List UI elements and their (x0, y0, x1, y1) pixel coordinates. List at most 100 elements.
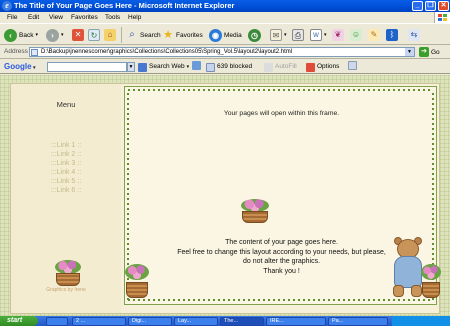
flower-basket-left (53, 260, 83, 286)
media-icon: ◉ (209, 28, 222, 42)
google-logo[interactable]: Google ▾ (4, 61, 35, 74)
page-info-icon (192, 61, 201, 70)
popup-blocked-count: 639 blocked (217, 63, 253, 70)
forward-arrow-icon: › (46, 28, 59, 42)
discuss-button[interactable]: ❦ (332, 28, 344, 42)
web-page-viewport[interactable]: Menu :::Link 1 :: :::Link 2 :: :::Link 3… (0, 75, 450, 316)
research-button[interactable]: ✎ (368, 28, 380, 42)
favorites-button[interactable]: ★ Favorites (162, 28, 203, 42)
tools-extra-button[interactable]: ⇆ (408, 28, 420, 42)
start-button[interactable]: start (0, 316, 38, 326)
refresh-icon: ↻ (88, 29, 100, 41)
flower-basket-center (239, 199, 271, 223)
internet-explorer-icon: e (2, 1, 12, 11)
google-search-dropdown-icon[interactable]: ▼ (127, 62, 135, 72)
taskbar-item-1[interactable]: 2 ... (72, 317, 126, 326)
home-button[interactable]: ⌂ (104, 28, 116, 42)
nav-link-4[interactable]: :::Link 4 :: (11, 168, 121, 177)
stop-icon: ✕ (72, 29, 84, 41)
minimize-button[interactable]: _ (412, 1, 423, 11)
mail-button[interactable]: ✉ ▾ (270, 28, 287, 42)
taskbar-item-5[interactable]: IRE... (266, 317, 326, 326)
stop-button[interactable]: ✕ (72, 28, 84, 42)
go-button[interactable]: ➔ Go (419, 47, 440, 57)
google-search-input[interactable] (47, 62, 127, 72)
media-label: Media (224, 31, 242, 39)
history-icon: ◷ (248, 28, 261, 42)
mail-dropdown-icon[interactable]: ▾ (284, 32, 287, 38)
flower-basket-frame-left (123, 264, 151, 298)
address-input[interactable]: D:\Backup\jnennescorner\graphics\Collect… (29, 47, 415, 57)
options-label: Options (317, 63, 340, 70)
nav-link-2[interactable]: :::Link 2 :: (11, 150, 121, 159)
basket-image (126, 282, 148, 298)
messenger-button[interactable]: ☺ (350, 28, 362, 42)
flowers-image (421, 264, 441, 280)
google-toolbar: Google ▾ ▼ Search Web ▾ 639 blocked Auto… (0, 60, 450, 74)
menu-view[interactable]: View (49, 12, 63, 23)
options-button[interactable]: Options (306, 61, 339, 73)
address-label: Address (4, 48, 28, 55)
window-title: The Title of Your Page Goes Here - Micro… (14, 1, 235, 10)
edit-button[interactable]: W ▾ (310, 28, 327, 42)
menu-help[interactable]: Help (128, 12, 141, 23)
address-dropdown-icon[interactable]: ▼ (405, 48, 414, 56)
graphics-credit: Graphics by Irene (46, 287, 86, 293)
nav-link-5[interactable]: :::Link 5 :: (11, 177, 121, 186)
popup-blocker-button[interactable]: 639 blocked (206, 61, 252, 73)
close-button[interactable]: ✕ (438, 1, 449, 11)
media-button[interactable]: ◉ Media (209, 28, 242, 42)
taskbar-item-6[interactable]: Pa... (328, 317, 388, 326)
menu-tools[interactable]: Tools (105, 12, 120, 23)
system-tray[interactable] (392, 316, 450, 326)
menu-edit[interactable]: Edit (28, 12, 39, 23)
autofill-button[interactable]: AutoFill (264, 61, 297, 73)
forward-button[interactable]: › ▾ (46, 28, 64, 42)
basket-image (422, 282, 440, 298)
taskbar-quicklaunch[interactable] (46, 317, 68, 326)
taskbar-item-3[interactable]: Lay... (174, 317, 218, 326)
basket-image (56, 273, 80, 286)
nav-links: :::Link 1 :: :::Link 2 :: :::Link 3 :: :… (11, 141, 121, 195)
address-bar: Address D:\Backup\jnennescorner\graphics… (0, 45, 450, 59)
window-titlebar[interactable]: e The Title of Your Page Goes Here - Mic… (0, 0, 450, 12)
search-web-button[interactable]: Search Web ▾ (138, 61, 189, 73)
refresh-button[interactable]: ↻ (88, 28, 100, 42)
menu-file[interactable]: File (7, 12, 17, 23)
nav-link-3[interactable]: :::Link 3 :: (11, 159, 121, 168)
print-button[interactable]: ⎙ (292, 28, 304, 42)
toolbar-separator (121, 27, 122, 43)
autofill-label: AutoFill (275, 63, 297, 70)
taskbar-item-4[interactable]: The... (220, 317, 264, 326)
forward-dropdown-icon[interactable]: ▾ (61, 32, 64, 38)
maximize-button[interactable]: ❐ (425, 1, 436, 11)
nav-link-6[interactable]: :::Link 6 :: (11, 186, 121, 195)
back-dropdown-icon[interactable]: ▾ (35, 32, 38, 38)
home-icon: ⌂ (104, 29, 116, 41)
search-icon: ⌕ (129, 29, 135, 40)
print-icon: ⎙ (292, 29, 304, 41)
google-menu-dropdown-icon[interactable]: ▾ (32, 65, 36, 71)
search-button[interactable]: ⌕ Search (126, 28, 161, 42)
taskbar-item-2[interactable]: Digi... (128, 317, 172, 326)
page-rank-button[interactable] (192, 61, 201, 70)
flowers-image (55, 260, 81, 274)
transfer-icon: ⇆ (408, 29, 420, 41)
discuss-icon: ❦ (332, 29, 344, 41)
search-label: Search (140, 31, 161, 39)
layout-container: Menu :::Link 1 :: :::Link 2 :: :::Link 3… (10, 83, 441, 314)
history-button[interactable]: ◷ (248, 28, 261, 42)
edit-dropdown-icon[interactable]: ▾ (324, 32, 327, 38)
search-web-label: Search Web (149, 63, 185, 70)
back-button[interactable]: ‹ Back ▾ (4, 28, 38, 42)
back-arrow-icon: ‹ (4, 28, 17, 42)
page-icon (31, 49, 38, 56)
menu-favorites[interactable]: Favorites (71, 12, 98, 23)
search-web-dropdown-icon[interactable]: ▾ (187, 61, 190, 73)
address-url[interactable]: D:\Backup\jnennescorner\graphics\Collect… (41, 48, 292, 56)
nav-link-1[interactable]: :::Link 1 :: (11, 141, 121, 150)
back-label: Back (19, 31, 34, 39)
toolbar-extra-button[interactable] (348, 61, 357, 70)
bluetooth-button[interactable]: ᛒ (386, 28, 398, 42)
options-icon (306, 62, 315, 72)
